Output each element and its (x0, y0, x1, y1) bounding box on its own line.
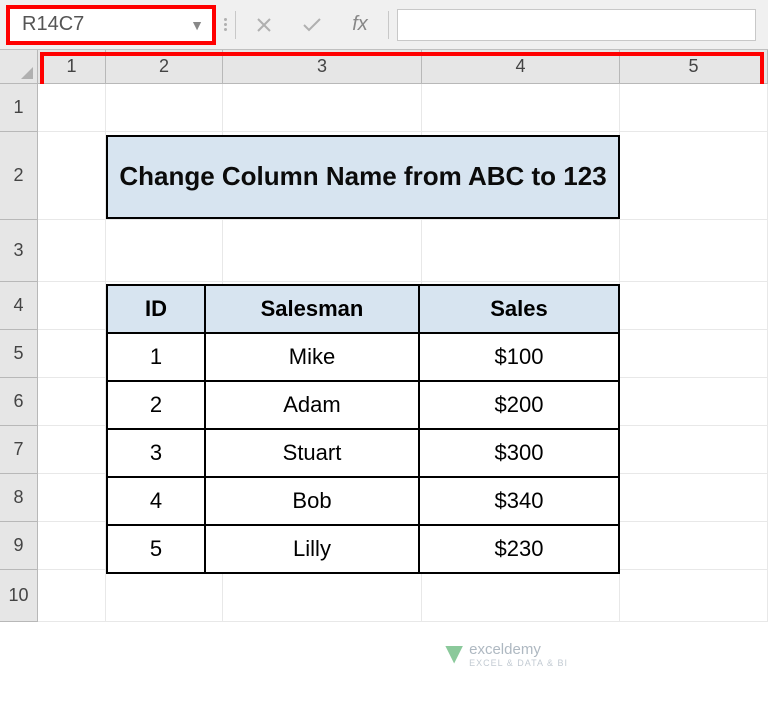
cell-salesman[interactable]: Bob (205, 477, 419, 525)
brand-logo-icon (445, 646, 463, 664)
cell-sales[interactable]: $300 (419, 429, 619, 477)
check-icon (301, 16, 323, 34)
name-box-value: R14C7 (22, 13, 84, 36)
name-box[interactable]: R14C7 ▼ (6, 5, 216, 45)
watermark: exceldemy EXCEL & DATA & BI (445, 641, 568, 668)
confirm-button[interactable] (292, 9, 332, 41)
col-header-sales: Sales (419, 285, 619, 333)
table-row: 1 Mike $100 (107, 333, 619, 381)
row-header[interactable]: 10 (0, 570, 38, 622)
cell-sales[interactable]: $340 (419, 477, 619, 525)
data-table: ID Salesman Sales 1 Mike $100 2 Adam $20… (106, 284, 620, 574)
table-row: 4 Bob $340 (107, 477, 619, 525)
formula-bar: R14C7 ▼ fx (0, 0, 768, 50)
cell-id[interactable]: 5 (107, 525, 205, 573)
drag-handle-icon (224, 18, 227, 31)
column-header[interactable]: 4 (422, 50, 620, 84)
cell-salesman[interactable]: Lilly (205, 525, 419, 573)
select-all-corner[interactable] (0, 50, 38, 84)
separator (388, 11, 389, 39)
cancel-button[interactable] (244, 9, 284, 41)
column-header[interactable]: 5 (620, 50, 768, 84)
table-header-row: ID Salesman Sales (107, 285, 619, 333)
row-header[interactable]: 9 (0, 522, 38, 570)
chevron-down-icon[interactable]: ▼ (190, 17, 204, 33)
table-row: 3 Stuart $300 (107, 429, 619, 477)
cell-id[interactable]: 1 (107, 333, 205, 381)
brand-tagline: EXCEL & DATA & BI (469, 658, 568, 668)
cell-id[interactable]: 3 (107, 429, 205, 477)
cell-sales[interactable]: $100 (419, 333, 619, 381)
fx-button[interactable]: fx (340, 9, 380, 41)
separator (235, 11, 236, 39)
cell-id[interactable]: 2 (107, 381, 205, 429)
column-header[interactable]: 3 (223, 50, 422, 84)
column-header[interactable]: 2 (106, 50, 223, 84)
table-row: 5 Lilly $230 (107, 525, 619, 573)
table-row: 2 Adam $200 (107, 381, 619, 429)
formula-input[interactable] (397, 9, 756, 41)
row-header[interactable]: 8 (0, 474, 38, 522)
title-banner: Change Column Name from ABC to 123 (106, 135, 620, 219)
cell-salesman[interactable]: Mike (205, 333, 419, 381)
row-header[interactable]: 5 (0, 330, 38, 378)
col-header-salesman: Salesman (205, 285, 419, 333)
col-header-id: ID (107, 285, 205, 333)
brand-name: exceldemy (469, 641, 541, 658)
cell-sales[interactable]: $200 (419, 381, 619, 429)
row-header[interactable]: 7 (0, 426, 38, 474)
row-header[interactable]: 3 (0, 220, 38, 282)
fx-label: fx (352, 13, 368, 36)
row-header[interactable]: 1 (0, 84, 38, 132)
cell-salesman[interactable]: Adam (205, 381, 419, 429)
row-header[interactable]: 6 (0, 378, 38, 426)
column-header[interactable]: 1 (38, 50, 106, 84)
row-header[interactable]: 2 (0, 132, 38, 220)
row-header[interactable]: 4 (0, 282, 38, 330)
spreadsheet-grid[interactable]: 1 2 3 4 5 (0, 50, 768, 84)
title-text: Change Column Name from ABC to 123 (119, 160, 606, 194)
x-icon (255, 16, 273, 34)
cell-salesman[interactable]: Stuart (205, 429, 419, 477)
cell-id[interactable]: 4 (107, 477, 205, 525)
cell-sales[interactable]: $230 (419, 525, 619, 573)
